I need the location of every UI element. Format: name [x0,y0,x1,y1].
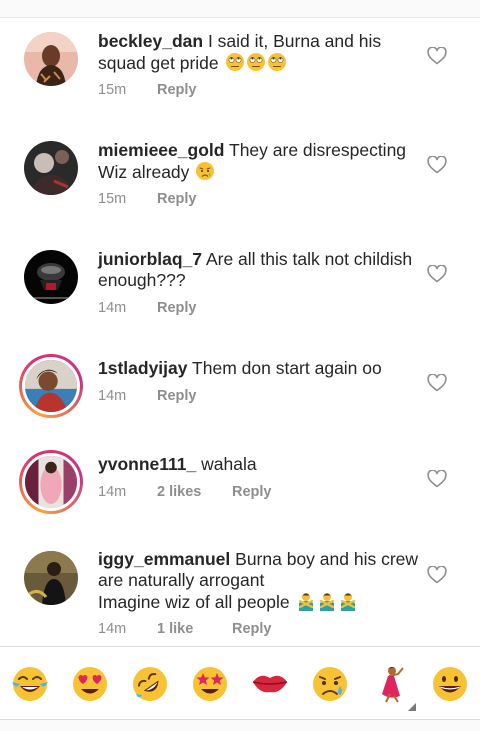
face-with-rolling-eyes-icon [245,53,266,73]
comment-text: wahala [201,454,257,474]
sad-but-relieved-face-icon[interactable] [310,664,350,704]
comment-time: 15m [98,191,127,207]
woman-dancing-icon[interactable] [370,664,410,704]
avatar[interactable] [24,551,78,605]
rolling-on-the-floor-laughing-icon[interactable] [130,664,170,704]
emoji-quick-bar [0,646,480,719]
bottom-divider [0,719,480,731]
comment-item: juniorblaq_7 Are all this talk not child… [0,236,480,346]
smiling-face-with-heart-eyes-icon[interactable] [70,664,110,704]
like-heart-icon[interactable] [427,566,447,584]
comment-username[interactable]: 1stladyijay [98,358,188,378]
comment-time: 14m [98,621,127,637]
comment-username[interactable]: beckley_dan [98,31,203,51]
like-heart-icon[interactable] [427,47,447,65]
comment-time: 14m [98,300,127,316]
comments-list[interactable]: beckley_dan I said it, Burna and his squ… [0,18,480,646]
reply-button[interactable]: Reply [157,300,197,316]
resize-handle-icon [408,703,416,711]
avatar-with-story-ring[interactable] [19,354,83,418]
comment-username[interactable]: yvonne111_ [98,454,196,474]
star-struck-icon[interactable] [190,664,230,704]
comment-text: Them don start again oo [192,358,382,378]
crying-face-icon [194,162,215,182]
face-with-rolling-eyes-icon [266,53,287,73]
reply-button[interactable]: Reply [157,191,197,207]
reply-button[interactable]: Reply [157,82,197,98]
man-gesturing-no-icon [316,592,337,612]
avatar[interactable] [24,141,78,195]
likes-count[interactable]: 2 likes [157,484,232,500]
face-with-rolling-eyes-icon [224,53,245,73]
likes-count[interactable]: 1 like [157,621,232,637]
like-heart-icon[interactable] [427,265,447,283]
reply-button[interactable]: Reply [157,388,197,404]
man-gesturing-no-icon [295,592,316,612]
like-heart-icon[interactable] [427,374,447,392]
face-with-tears-of-joy-icon[interactable] [10,664,50,704]
comment-username[interactable]: iggy_emmanuel [98,549,230,569]
comment-time: 15m [98,82,127,98]
comment-item: iggy_emmanuel Burna boy and his crew are… [0,537,480,646]
like-heart-icon[interactable] [427,156,447,174]
kiss-mark-icon[interactable] [250,664,290,704]
comment-username[interactable]: miemieee_gold [98,140,224,160]
comment-item: 1stladyijay Them don start again oo 14m … [0,345,480,441]
comment-item: miemieee_gold They are disrespecting Wiz… [0,127,480,237]
avatar-with-story-ring[interactable] [19,450,83,514]
comment-time: 14m [98,388,127,404]
reply-button[interactable]: Reply [232,484,272,500]
comment-item: beckley_dan I said it, Burna and his squ… [0,18,480,128]
avatar[interactable] [24,32,78,86]
comment-time: 14m [98,484,127,500]
grinning-face-icon[interactable] [430,664,470,704]
like-heart-icon[interactable] [427,470,447,488]
comment-item: yvonne111_ wahala 14m 2 likes Reply [0,441,480,537]
comment-username[interactable]: juniorblaq_7 [98,249,202,269]
reply-button[interactable]: Reply [232,621,272,637]
avatar[interactable] [24,250,78,304]
man-gesturing-no-icon [337,592,358,612]
top-bar [0,0,480,18]
